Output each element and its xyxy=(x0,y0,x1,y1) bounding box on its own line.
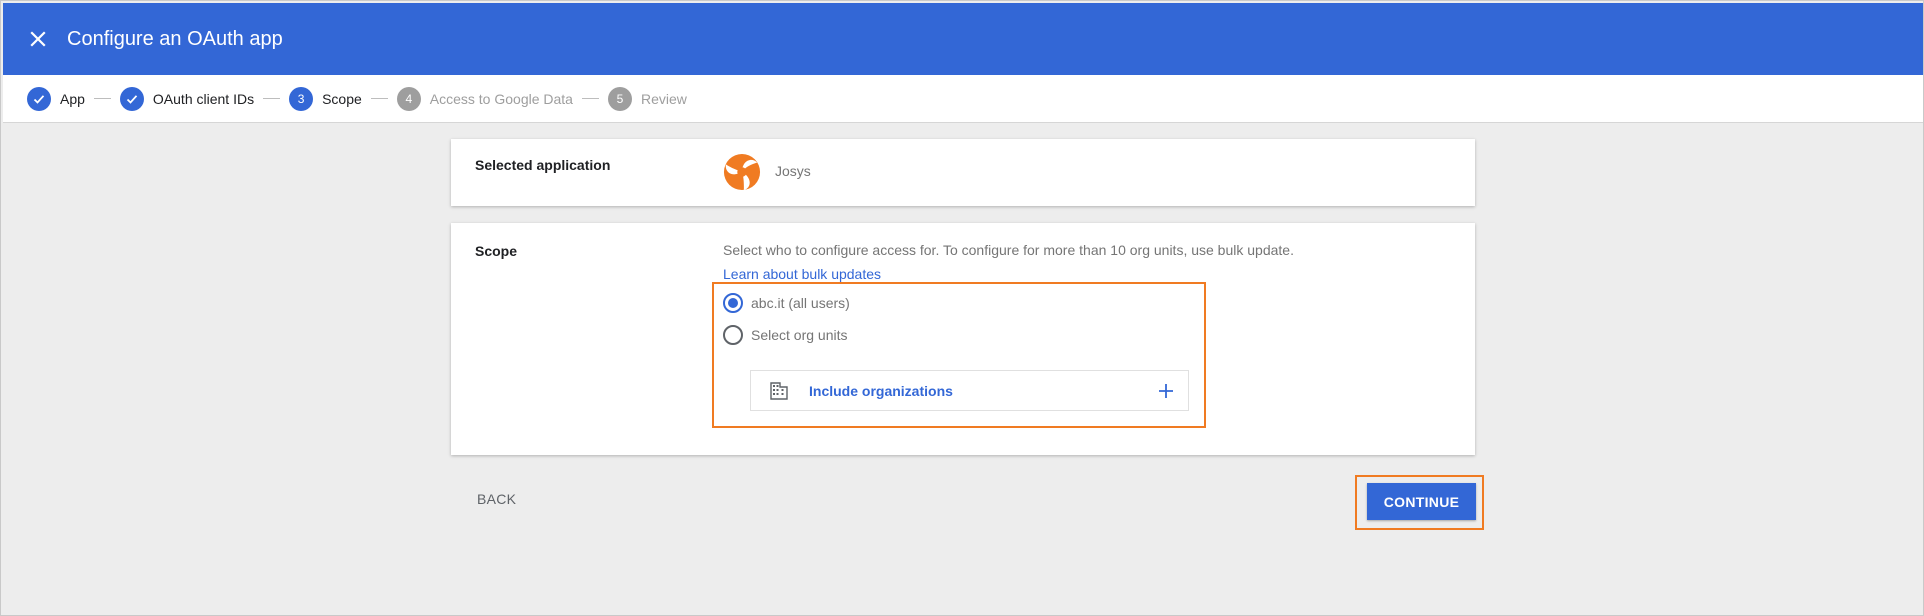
check-icon xyxy=(119,86,144,111)
step-separator xyxy=(93,98,111,99)
app-window: Configure an OAuth app App OAuth client … xyxy=(0,0,1924,616)
radio-label: abc.it (all users) xyxy=(751,295,850,311)
plus-icon[interactable] xyxy=(1156,381,1176,401)
step-label: Scope xyxy=(322,90,362,107)
include-organizations-label: Include organizations xyxy=(809,382,953,399)
josys-logo-icon xyxy=(723,153,761,191)
step-label: App xyxy=(60,90,85,107)
close-icon xyxy=(30,31,46,47)
step-separator xyxy=(370,98,388,99)
close-button[interactable] xyxy=(23,24,53,54)
learn-bulk-updates-link[interactable]: Learn about bulk updates xyxy=(723,266,881,282)
step-label: Access to Google Data xyxy=(429,90,573,107)
stepper: App OAuth client IDs 3 Scope 4 Access to… xyxy=(3,75,1923,123)
step-number: 4 xyxy=(396,86,421,111)
include-organizations-button[interactable]: Include organizations xyxy=(750,370,1189,411)
radio-select-org-units[interactable]: Select org units xyxy=(723,325,848,345)
step-number: 3 xyxy=(289,86,314,111)
step-oauth-client-ids[interactable]: OAuth client IDs xyxy=(119,86,255,111)
selected-application-label: Selected application xyxy=(475,157,611,173)
step-review[interactable]: 5 Review xyxy=(607,86,687,111)
selected-application-card: Selected application Josys xyxy=(451,139,1475,206)
check-icon xyxy=(27,86,51,111)
step-number: 5 xyxy=(607,86,632,111)
radio-button-checked[interactable] xyxy=(723,293,743,313)
step-app[interactable]: App xyxy=(27,86,85,111)
step-label: OAuth client IDs xyxy=(152,90,255,107)
page-title: Configure an OAuth app xyxy=(67,27,283,50)
back-button[interactable]: BACK xyxy=(477,491,516,507)
step-separator xyxy=(263,98,281,99)
radio-button-unchecked[interactable] xyxy=(723,325,743,345)
step-access-to-google-data[interactable]: 4 Access to Google Data xyxy=(396,86,573,111)
continue-button[interactable]: CONTINUE xyxy=(1367,483,1476,520)
radio-label: Select org units xyxy=(751,327,848,343)
header-bar: Configure an OAuth app xyxy=(3,3,1923,75)
building-icon xyxy=(770,381,788,400)
scope-description: Select who to configure access for. To c… xyxy=(723,242,1294,258)
app-name: Josys xyxy=(775,163,811,179)
step-label: Review xyxy=(640,90,687,107)
radio-all-users[interactable]: abc.it (all users) xyxy=(723,293,850,313)
step-separator xyxy=(581,98,599,99)
step-scope[interactable]: 3 Scope xyxy=(289,86,362,111)
scope-label: Scope xyxy=(475,243,518,259)
scope-card: Scope Select who to configure access for… xyxy=(451,223,1475,455)
